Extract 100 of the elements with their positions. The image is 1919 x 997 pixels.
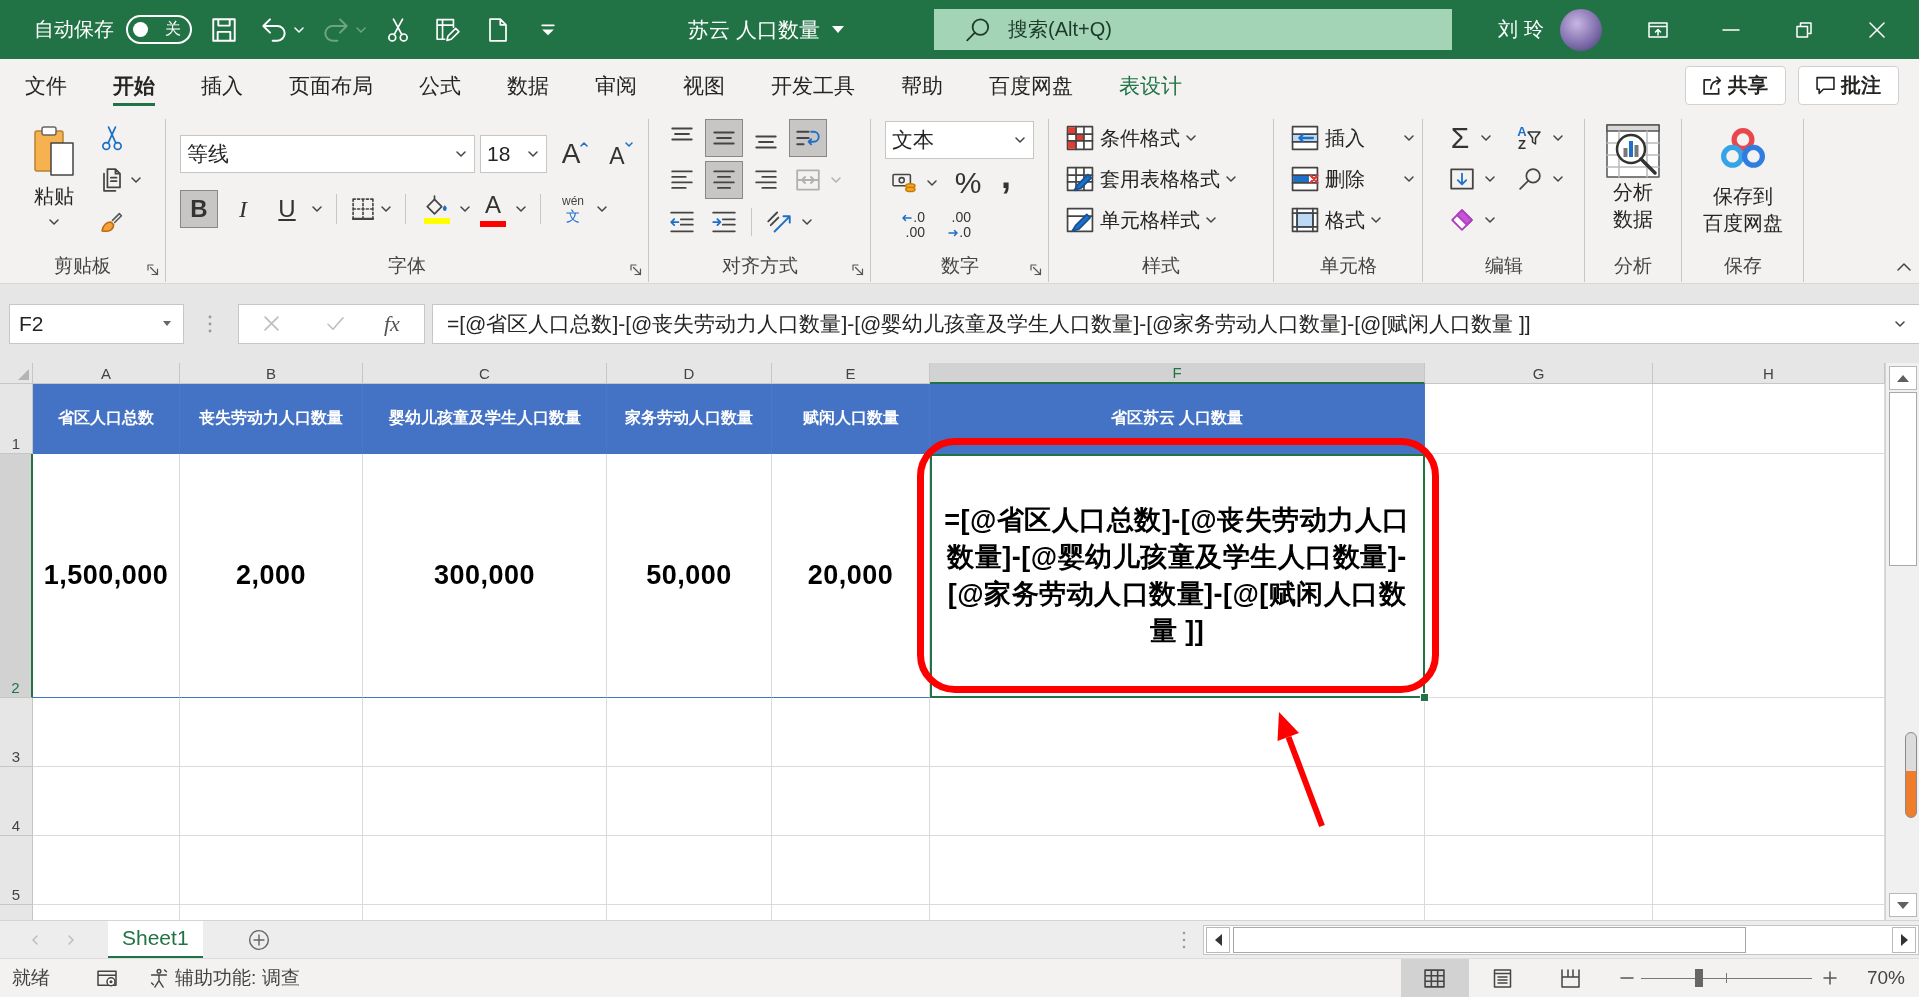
autosave-toggle[interactable]: 关 (126, 15, 192, 44)
phonetic-guide-button[interactable]: wén 文 (555, 190, 591, 228)
caret-icon[interactable] (1485, 217, 1495, 223)
save-to-cloud-button[interactable]: 保存到 百度网盘 (1702, 119, 1783, 250)
column-header[interactable]: H (1653, 363, 1885, 384)
column-header[interactable]: F (930, 363, 1425, 384)
borders-icon[interactable] (351, 198, 375, 220)
row-header[interactable]: 5 (0, 836, 33, 905)
paintbrush-icon[interactable] (101, 210, 123, 234)
column-header[interactable]: A (33, 363, 180, 384)
plus-icon[interactable] (1823, 972, 1836, 984)
underline-button[interactable]: U (268, 190, 306, 228)
scissors-icon[interactable] (101, 126, 123, 150)
collapse-ribbon-icon[interactable] (1897, 263, 1911, 271)
dialog-launcher-icon[interactable] (147, 264, 159, 276)
insert-cells-button[interactable]: 插入 (1292, 119, 1414, 157)
dialog-launcher-icon[interactable] (852, 264, 864, 276)
ribbon-tab[interactable]: 开发工具 (748, 59, 878, 112)
caret-icon[interactable] (1553, 176, 1563, 182)
scroll-up-button[interactable] (1888, 366, 1917, 390)
zoom-slider-thumb[interactable] (1695, 969, 1704, 987)
scroll-right-button[interactable] (1892, 926, 1916, 953)
format-as-table-button[interactable]: 套用表格格式 (1067, 160, 1273, 198)
increase-decimal-button[interactable]: .0 .00 (885, 206, 925, 244)
column-header[interactable]: B (180, 363, 363, 384)
caret-icon[interactable] (802, 219, 812, 225)
font-color-button[interactable]: A (476, 190, 510, 228)
row-header[interactable]: 2 (0, 454, 33, 698)
shrink-font-button[interactable]: A (603, 135, 639, 173)
percent-style-button[interactable]: % (951, 164, 985, 202)
cell-styles-button[interactable]: 单元格样式 (1067, 201, 1273, 239)
ribbon-tab[interactable]: 帮助 (878, 59, 966, 112)
ribbon-tab[interactable]: 公式 (396, 59, 484, 112)
format-cells-button[interactable]: 格式 (1292, 201, 1414, 239)
ribbon-tab[interactable]: 百度网盘 (966, 59, 1096, 112)
font-name-field[interactable]: 等线 (180, 135, 475, 173)
ribbon-tab[interactable]: 页面布局 (266, 59, 396, 112)
decrease-decimal-button[interactable]: .00 .0 (931, 206, 971, 244)
caret-icon[interactable] (597, 206, 607, 212)
comments-button[interactable]: 批注 (1798, 66, 1899, 105)
italic-button[interactable]: I (224, 190, 262, 228)
caret-icon[interactable] (131, 177, 141, 183)
dialog-launcher-icon[interactable] (630, 264, 642, 276)
zoom-level[interactable]: 70% (1866, 967, 1905, 989)
caret-icon[interactable] (381, 206, 391, 212)
scrollbar-thumb[interactable] (1888, 392, 1917, 566)
ribbon-tab[interactable]: 审阅 (572, 59, 660, 112)
formula-field[interactable]: =[@省区人口总数]-[@丧失劳动力人口数量]-[@婴幼儿孩童及学生人口数量]-[@家务劳动人口数量]-[@[赋闲人口数量 ]] (432, 303, 1919, 344)
caret-icon[interactable] (516, 206, 526, 212)
caret-icon[interactable] (1553, 135, 1563, 141)
autosum-button[interactable]: Σ (1443, 119, 1477, 157)
wrap-text-button[interactable] (789, 119, 827, 157)
row-header[interactable]: 3 (0, 698, 33, 767)
ribbon-tab[interactable]: 表设计 (1096, 59, 1205, 112)
insert-function-button[interactable]: fx (384, 310, 400, 337)
row-header[interactable]: 4 (0, 767, 33, 836)
ribbon-tab[interactable]: 数据 (484, 59, 572, 112)
number-format-field[interactable]: 文本 (885, 121, 1034, 159)
bold-button[interactable]: B (180, 190, 218, 228)
align-center-button[interactable] (705, 161, 743, 199)
side-handle[interactable] (1905, 732, 1917, 818)
search-field[interactable]: 搜索(Alt+Q) (934, 9, 1452, 50)
document-title-button[interactable]: 苏云 人口数量 (688, 15, 844, 44)
caret-icon[interactable] (460, 206, 470, 212)
user-avatar[interactable] (1559, 8, 1602, 51)
fill-handle[interactable] (1420, 693, 1429, 702)
column-header[interactable]: G (1425, 363, 1653, 384)
grow-font-button[interactable]: A (557, 135, 593, 173)
paste-button[interactable]: 粘贴 (27, 119, 81, 250)
caret-icon[interactable] (1481, 135, 1491, 141)
accessibility-button[interactable]: 辅助功能: 调查 (149, 965, 300, 991)
drag-handle-icon[interactable] (208, 314, 212, 333)
horizontal-scrollbar[interactable] (1203, 924, 1919, 955)
new-sheet-button[interactable] (246, 927, 271, 952)
ribbon-tab[interactable]: 视图 (660, 59, 748, 112)
copy-icon[interactable] (101, 168, 123, 192)
ribbon-tab[interactable]: 文件 (2, 59, 90, 112)
scrollbar-thumb[interactable] (1233, 926, 1746, 953)
drag-handle-icon[interactable] (1182, 930, 1186, 949)
sheet-tab[interactable]: Sheet1 (108, 920, 203, 959)
comma-style-button[interactable]: , (989, 164, 1023, 202)
scroll-left-button[interactable] (1206, 926, 1230, 953)
column-header[interactable]: C (363, 363, 607, 384)
row-header[interactable]: 1 (0, 384, 33, 454)
column-header[interactable]: E (772, 363, 930, 384)
caret-icon[interactable] (1485, 176, 1495, 182)
analyze-data-button[interactable]: 分析 数据 (1605, 119, 1661, 250)
macro-recorder-icon[interactable] (97, 968, 117, 988)
conditional-format-button[interactable]: 条件格式 (1067, 119, 1273, 157)
normal-view-button[interactable] (1400, 958, 1469, 997)
column-header[interactable]: D (607, 363, 772, 384)
sort-filter-button[interactable]: A Z (1509, 119, 1549, 157)
ribbon-tab[interactable]: 插入 (178, 59, 266, 112)
align-middle-button[interactable] (705, 119, 743, 157)
vertical-scrollbar[interactable] (1885, 363, 1919, 920)
caret-icon[interactable] (312, 206, 322, 212)
user-name[interactable]: 刘 玲 (1498, 16, 1544, 43)
name-box[interactable]: F2 (9, 303, 184, 344)
caret-icon[interactable] (927, 180, 937, 186)
scroll-down-button[interactable] (1888, 893, 1917, 917)
